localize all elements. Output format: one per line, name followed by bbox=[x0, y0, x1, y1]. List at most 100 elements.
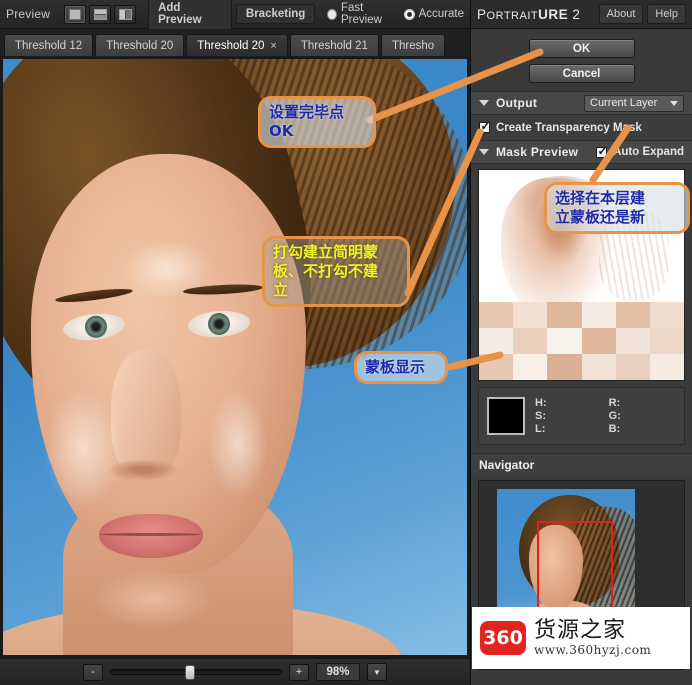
horizontal-split-view-button[interactable] bbox=[89, 4, 112, 24]
tab-label: Threshold 20 bbox=[106, 40, 174, 52]
mosaic-cell bbox=[649, 354, 684, 380]
fast-preview-label: Fast Preview bbox=[341, 2, 382, 26]
vertical-split-view-button[interactable] bbox=[114, 4, 137, 24]
mosaic-cell bbox=[615, 302, 650, 328]
mosaic-cell bbox=[649, 302, 684, 328]
color-swatch[interactable] bbox=[487, 397, 525, 435]
watermark-url: www.360hyzj.com bbox=[534, 643, 652, 657]
annotation-text: 设置完毕点 OK bbox=[269, 103, 345, 140]
mosaic-cell bbox=[547, 328, 582, 354]
cancel-button[interactable]: Cancel bbox=[528, 64, 635, 83]
mask-preview-section-title: Mask Preview bbox=[496, 145, 579, 159]
chevron-down-icon bbox=[479, 100, 489, 106]
preview-quality-group: Fast Preview Accurate bbox=[327, 2, 464, 26]
auto-expand-row[interactable]: Auto Expand bbox=[596, 144, 684, 158]
mosaic-cell bbox=[479, 354, 514, 380]
tab-threshold-21[interactable]: Threshold 21 bbox=[289, 34, 379, 56]
tab-threshold-overflow[interactable]: Thresho bbox=[380, 34, 446, 56]
lightness-label: L: bbox=[535, 422, 546, 435]
cheek-highlight-right bbox=[208, 389, 268, 499]
tab-label: Threshold 20 bbox=[197, 40, 265, 52]
create-transparency-mask-checkbox[interactable] bbox=[479, 119, 491, 133]
vertical-split-icon bbox=[118, 8, 132, 20]
zoom-dropdown-icon[interactable]: ▼ bbox=[367, 663, 387, 681]
zoom-toolbar: - + 98% ▼ bbox=[0, 658, 470, 685]
mosaic-cell bbox=[581, 302, 616, 328]
zoom-slider[interactable] bbox=[110, 665, 282, 680]
tab-threshold-20-a[interactable]: Threshold 20 bbox=[95, 34, 185, 56]
fast-preview-radio[interactable]: Fast Preview bbox=[327, 2, 397, 26]
tab-label: Threshold 21 bbox=[300, 40, 368, 52]
radio-filled-icon bbox=[327, 8, 337, 20]
chevron-down-icon bbox=[670, 100, 678, 106]
annotation-callout-ok: 设置完毕点 OK bbox=[258, 96, 376, 148]
mosaic-cell bbox=[581, 354, 616, 380]
tab-threshold-20-active[interactable]: Threshold 20 × bbox=[186, 34, 288, 56]
blue-label: B: bbox=[608, 422, 621, 435]
about-button[interactable]: About bbox=[598, 4, 644, 24]
create-transparency-mask-row[interactable]: Create Transparency Mask bbox=[471, 115, 692, 140]
add-preview-button[interactable]: Add Preview bbox=[148, 0, 232, 30]
zoom-in-button[interactable]: + bbox=[289, 663, 309, 681]
annotation-text: 蒙板显示 bbox=[365, 358, 426, 376]
mosaic-cell bbox=[615, 328, 650, 354]
annotation-callout-transparency: 打勾建立简明蒙 板、不打勾不建 立 bbox=[262, 236, 410, 307]
ok-button[interactable]: OK bbox=[528, 39, 635, 58]
product-logo: PORTRAITURE 2 bbox=[477, 7, 595, 22]
iris-left bbox=[83, 314, 109, 339]
brand-version: 2 bbox=[568, 6, 581, 22]
portraiture-plugin-window: Preview Add Preview Bracketing Fast Prev… bbox=[0, 0, 692, 685]
preview-label: Preview bbox=[6, 7, 51, 21]
tab-threshold-12[interactable]: Threshold 12 bbox=[4, 34, 94, 56]
mosaic-cell bbox=[547, 302, 582, 328]
help-button[interactable]: Help bbox=[647, 4, 686, 24]
watermark-site-name: 货源之家 bbox=[534, 618, 627, 643]
single-pane-view-button[interactable] bbox=[64, 4, 87, 24]
output-layer-select[interactable]: Current Layer bbox=[584, 94, 684, 112]
tab-close-icon[interactable]: × bbox=[270, 40, 276, 52]
horizontal-split-icon bbox=[93, 8, 107, 20]
lips bbox=[99, 514, 203, 558]
brand-ortrait: ORTRAIT bbox=[486, 9, 539, 22]
mask-mosaic-block bbox=[479, 302, 684, 380]
color-readout: H: S: L: R: G: B: bbox=[478, 387, 685, 445]
mask-preview-section-header[interactable]: Mask Preview Auto Expand bbox=[471, 140, 692, 164]
mosaic-cell bbox=[649, 328, 684, 354]
cheek-highlight-left bbox=[43, 389, 123, 509]
settings-panel: PORTRAITURE 2 About Help OK Cancel Outpu… bbox=[470, 0, 692, 685]
mosaic-cell bbox=[479, 302, 514, 328]
watermark-text: 货源之家 www.360hyzj.com bbox=[534, 618, 652, 658]
red-label: R: bbox=[608, 396, 621, 409]
auto-expand-checkbox[interactable] bbox=[596, 144, 608, 158]
lip-line bbox=[101, 533, 201, 536]
mosaic-cell bbox=[513, 328, 548, 354]
mosaic-cell bbox=[479, 328, 514, 354]
hue-label: H: bbox=[535, 396, 547, 409]
iris-right bbox=[207, 312, 231, 336]
zoom-level-value[interactable]: 98% bbox=[316, 663, 360, 681]
hsl-readout: H: S: L: bbox=[535, 397, 547, 436]
zoom-out-button[interactable]: - bbox=[83, 663, 103, 681]
zoom-slider-knob[interactable] bbox=[185, 665, 195, 680]
accurate-label: Accurate bbox=[418, 8, 464, 20]
chin-highlight bbox=[93, 569, 213, 629]
annotation-callout-layer: 选择在本层建 立蒙板还是新 bbox=[544, 182, 690, 234]
green-label: G: bbox=[608, 409, 621, 422]
output-section-title: Output bbox=[496, 96, 538, 110]
output-section-header[interactable]: Output Current Layer bbox=[471, 91, 692, 115]
mosaic-cell bbox=[581, 328, 616, 354]
view-mode-group bbox=[64, 4, 137, 24]
chevron-down-icon bbox=[479, 149, 489, 155]
bracketing-button[interactable]: Bracketing bbox=[235, 4, 316, 24]
mosaic-cell bbox=[513, 302, 548, 328]
brand-ure: URE bbox=[538, 6, 569, 22]
navigator-viewport-rect[interactable] bbox=[537, 521, 613, 621]
preview-toolbar: Preview Add Preview Bracketing Fast Prev… bbox=[0, 0, 470, 30]
annotation-text: 选择在本层建 立蒙板还是新 bbox=[555, 189, 646, 226]
radio-ring-icon bbox=[403, 8, 415, 20]
panel-header: PORTRAITURE 2 About Help bbox=[471, 0, 692, 29]
watermark: 360 货源之家 www.360hyzj.com bbox=[472, 607, 690, 669]
preview-tab-bar: Threshold 12 Threshold 20 Threshold 20 × … bbox=[0, 29, 470, 56]
accurate-radio[interactable]: Accurate bbox=[403, 8, 464, 20]
auto-expand-label: Auto Expand bbox=[613, 146, 684, 158]
